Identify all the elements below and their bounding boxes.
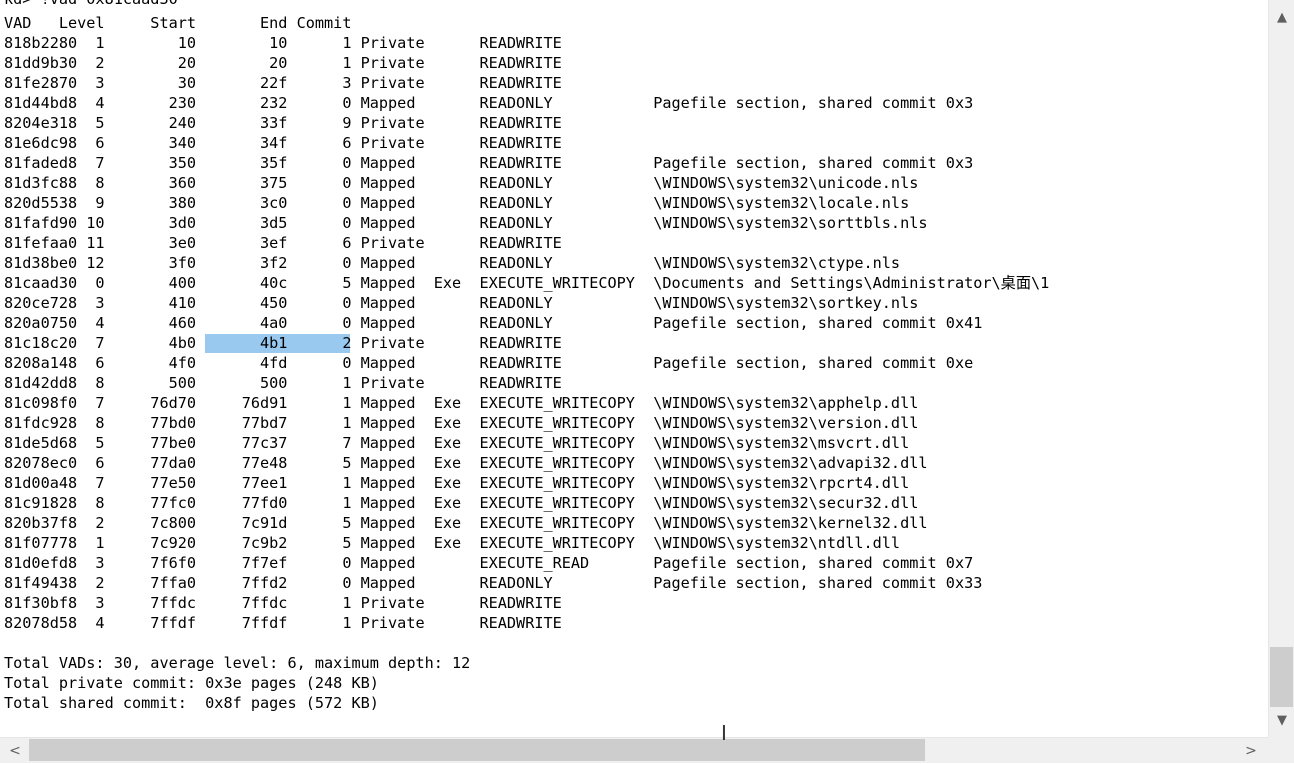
vad-row: 81c098f0 7 76d70 76d91 1 Mapped Exe EXEC…	[4, 394, 919, 412]
vad-row: 820ce728 3 410 450 0 Mapped READONLY \WI…	[4, 294, 919, 312]
vad-output-text: kd> !vad 0x81caad30 VAD Level Start End …	[4, 0, 1049, 713]
vad-row: 81d44bd8 4 230 232 0 Mapped READONLY Pag…	[4, 94, 974, 112]
horizontal-scroll-thumb[interactable]	[29, 739, 925, 761]
vad-row: 81f49438 2 7ffa0 7ffd2 0 Mapped READONLY…	[4, 574, 983, 592]
vad-row: 81dd9b30 2 20 20 1 Private READWRITE	[4, 54, 562, 72]
scroll-right-icon[interactable]: >	[1238, 738, 1264, 764]
vad-row: 81d3fc88 8 360 375 0 Mapped READONLY \WI…	[4, 174, 919, 192]
summary-line: Total private commit: 0x3e pages (248 KB…	[4, 674, 379, 692]
vad-row: 81f30bf8 3 7ffdc 7ffdc 1 Private READWRI…	[4, 594, 562, 612]
vad-row: 8208a148 6 4f0 4fd 0 Mapped READWRITE Pa…	[4, 354, 974, 372]
command-line: kd> !vad 0x81caad30	[4, 0, 1049, 13]
vertical-scroll-thumb[interactable]	[1270, 647, 1293, 707]
scrollbar-corner	[1268, 737, 1294, 763]
scroll-down-icon[interactable]: ▼	[1269, 707, 1294, 733]
horizontal-scrollbar[interactable]: < >	[0, 737, 1268, 763]
scroll-left-icon[interactable]: <	[2, 738, 28, 764]
vad-row: 818b2280 1 10 10 1 Private READWRITE	[4, 34, 562, 52]
vad-row: 81d42dd8 8 500 500 1 Private READWRITE	[4, 374, 562, 392]
summary-line: Total shared commit: 0x8f pages (572 KB)	[4, 694, 379, 712]
vad-row: 81fdc928 8 77bd0 77bd7 1 Mapped Exe EXEC…	[4, 414, 919, 432]
vad-row: 8204e318 5 240 33f 9 Private READWRITE	[4, 114, 562, 132]
summary-line: Total VADs: 30, average level: 6, maximu…	[4, 654, 471, 672]
vad-row: 81d38be0 12 3f0 3f2 0 Mapped READONLY \W…	[4, 254, 901, 272]
vad-row: 82078ec0 6 77da0 77e48 5 Mapped Exe EXEC…	[4, 454, 928, 472]
vad-row: 82078d58 4 7ffdf 7ffdf 1 Private READWRI…	[4, 614, 562, 632]
vertical-scrollbar[interactable]: ▲ ▼	[1268, 0, 1294, 737]
vad-row: 820b37f8 2 7c800 7c91d 5 Mapped Exe EXEC…	[4, 514, 928, 532]
vad-row: 81de5d68 5 77be0 77c37 7 Mapped Exe EXEC…	[4, 434, 910, 452]
vad-row: 81c18c20 7 4b0 4b1 2 Private READWRITE	[4, 334, 562, 353]
vad-row: 81f07778 1 7c920 7c9b2 5 Mapped Exe EXEC…	[4, 534, 901, 552]
debugger-output-window[interactable]: kd> !vad 0x81caad30 VAD Level Start End …	[0, 0, 1268, 737]
vad-row: 81d00a48 7 77e50 77ee1 1 Mapped Exe EXEC…	[4, 474, 910, 492]
vad-row: 820d5538 9 380 3c0 0 Mapped READONLY \WI…	[4, 194, 910, 212]
column-header: VAD Level Start End Commit	[4, 14, 352, 32]
text-cursor-icon: I	[721, 721, 727, 745]
vad-row: 81fafd90 10 3d0 3d5 0 Mapped READONLY \W…	[4, 214, 928, 232]
vad-row: 81faded8 7 350 35f 0 Mapped READWRITE Pa…	[4, 154, 974, 172]
vad-row: 81e6dc98 6 340 34f 6 Private READWRITE	[4, 134, 562, 152]
vad-row: 81fe2870 3 30 22f 3 Private READWRITE	[4, 74, 562, 92]
vad-row: 81fefaa0 11 3e0 3ef 6 Private READWRITE	[4, 234, 562, 252]
vad-row: 81caad30 0 400 40c 5 Mapped Exe EXECUTE_…	[4, 274, 1050, 292]
scroll-up-icon[interactable]: ▲	[1269, 4, 1294, 30]
vad-row: 81d0efd8 3 7f6f0 7f7ef 0 Mapped EXECUTE_…	[4, 554, 974, 572]
vad-row: 820a0750 4 460 4a0 0 Mapped READONLY Pag…	[4, 314, 983, 332]
vad-row: 81c91828 8 77fc0 77fd0 1 Mapped Exe EXEC…	[4, 494, 919, 512]
